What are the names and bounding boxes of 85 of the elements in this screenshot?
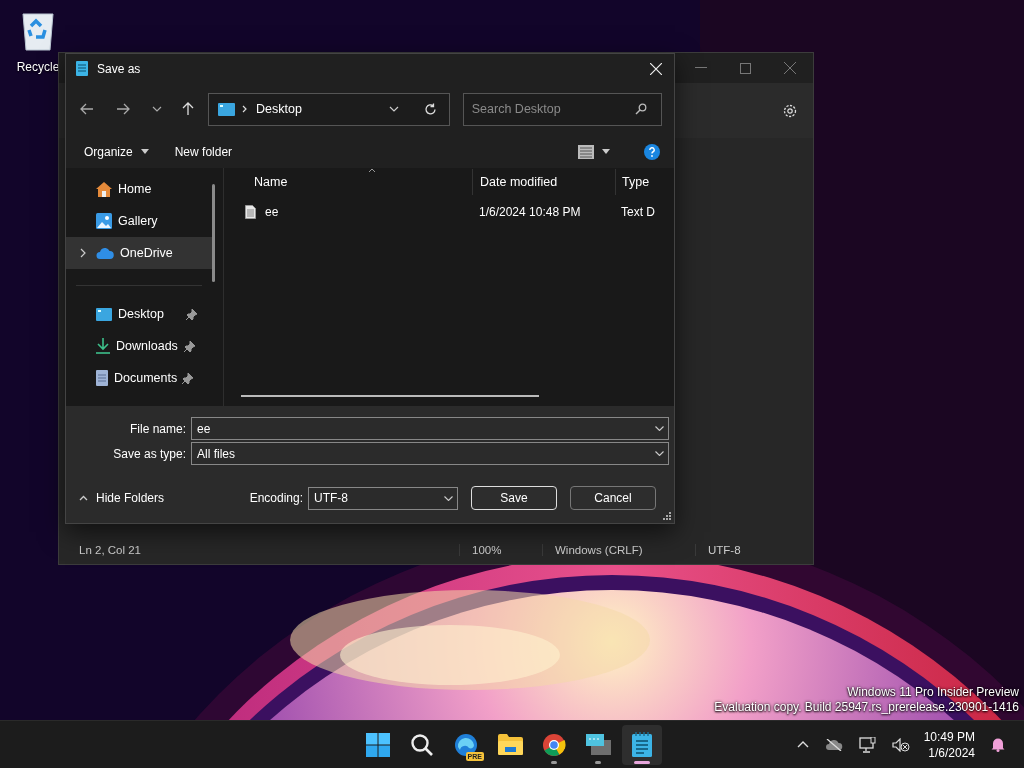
- caret-icon: [140, 149, 149, 154]
- status-text: UTF-8: [695, 544, 813, 556]
- field-label: Encoding:: [249, 491, 304, 505]
- download-arrow-icon: [96, 338, 110, 354]
- text-file-icon: [245, 205, 256, 219]
- clock[interactable]: 10:49 PM 1/6/2024: [923, 728, 975, 761]
- field-label: File name:: [128, 421, 187, 436]
- hide-folders-button[interactable]: Hide Folders: [66, 491, 165, 505]
- status-text: Windows (CRLF): [542, 544, 695, 556]
- column-header[interactable]: Date modified: [472, 169, 615, 195]
- caret-icon: [602, 149, 610, 154]
- refresh-icon[interactable]: [423, 102, 437, 116]
- search-icon: [635, 103, 647, 115]
- pin-icon[interactable]: [184, 340, 195, 352]
- file-name-field[interactable]: ee: [191, 417, 669, 440]
- save-type-dropdown[interactable]: All files: [191, 442, 669, 465]
- chevron-down-icon: [444, 495, 453, 501]
- running-indicator: [551, 760, 557, 764]
- nav-item[interactable]: Home: [66, 173, 212, 205]
- list-view-icon: [578, 144, 594, 159]
- cloud-icon: [96, 247, 114, 259]
- help-icon[interactable]: [644, 143, 660, 160]
- pin-icon[interactable]: [186, 308, 197, 320]
- clock-time: 10:49 PM: [923, 728, 975, 745]
- date-cell-text: 1/6/2024 10:48 PM: [478, 205, 582, 219]
- picture-frame-icon: [96, 213, 112, 229]
- cancel-button[interactable]: Cancel: [570, 486, 656, 510]
- chevron-down-icon[interactable]: [152, 106, 162, 112]
- nav-item[interactable]: Documents: [66, 362, 212, 394]
- expand-chevron-icon[interactable]: [80, 248, 86, 258]
- desktop-icon: [96, 307, 112, 321]
- nav-item[interactable]: Desktop: [66, 298, 212, 330]
- chevron-down-icon: [655, 451, 664, 456]
- running-indicator: [634, 760, 650, 764]
- notepad-taskbar-button[interactable]: [622, 724, 662, 765]
- nav-item[interactable]: Gallery: [66, 205, 212, 237]
- maximize-icon[interactable]: [740, 62, 751, 74]
- back-arrow-icon[interactable]: [80, 103, 94, 115]
- encoding-dropdown[interactable]: UTF-8: [308, 486, 458, 510]
- running-indicator: [595, 760, 601, 764]
- nav-item[interactable]: Downloads: [66, 330, 212, 362]
- house-icon: [96, 181, 112, 197]
- cloud-off-icon[interactable]: [824, 738, 843, 751]
- notepad-icon: [632, 732, 652, 757]
- file-name[interactable]: ee: [265, 205, 279, 219]
- type-cell-text: Text D: [620, 205, 655, 219]
- scrollbar[interactable]: [212, 184, 215, 282]
- organize-menu-button[interactable]: Organize: [78, 140, 155, 163]
- up-arrow-icon[interactable]: [182, 102, 194, 116]
- monitors-icon: [585, 733, 611, 756]
- settings-icon[interactable]: [782, 102, 798, 119]
- notepad-icon: [76, 61, 88, 76]
- forward-arrow-icon[interactable]: [116, 103, 130, 115]
- address-bar[interactable]: Desktop: [208, 92, 450, 126]
- chevron-down-icon: [655, 426, 664, 431]
- search-field[interactable]: Search Desktop: [462, 92, 662, 126]
- status-text: 100%: [459, 544, 542, 556]
- save-button[interactable]: Save: [471, 486, 557, 510]
- minimize-icon[interactable]: [695, 67, 707, 69]
- nav-item[interactable]: OneDrive: [66, 237, 212, 269]
- windows-logo-icon: [366, 732, 390, 757]
- muted-speaker-icon[interactable]: [891, 737, 910, 752]
- breadcrumb-item[interactable]: Desktop: [256, 102, 302, 116]
- chrome-ball-icon: [542, 732, 566, 757]
- new-folder-button[interactable]: New folder: [168, 140, 239, 163]
- desktop-icon: [218, 102, 235, 116]
- folder-icon: [497, 734, 523, 755]
- document-icon: [96, 370, 108, 386]
- scrollbar[interactable]: [241, 395, 539, 397]
- column-header[interactable]: Type: [615, 169, 650, 195]
- network-icon[interactable]: [858, 736, 876, 753]
- chevron-up-icon[interactable]: [796, 741, 809, 748]
- pin-icon[interactable]: [182, 372, 193, 384]
- column-header[interactable]: Name: [224, 169, 472, 195]
- search-icon: [410, 732, 434, 757]
- desktop-icon-label[interactable]: Recycle: [16, 60, 60, 74]
- clock-date: 1/6/2024: [928, 744, 975, 761]
- bell-icon[interactable]: [991, 737, 1005, 752]
- resize-grip-icon[interactable]: [663, 512, 671, 520]
- chevron-up-icon: [79, 495, 88, 501]
- chevron-right-icon: [242, 105, 247, 113]
- status-text: Ln 2, Col 21: [78, 544, 141, 556]
- dialog-title: Save as: [97, 61, 141, 76]
- chevron-down-icon[interactable]: [388, 106, 399, 112]
- field-label: Save as type:: [112, 446, 187, 461]
